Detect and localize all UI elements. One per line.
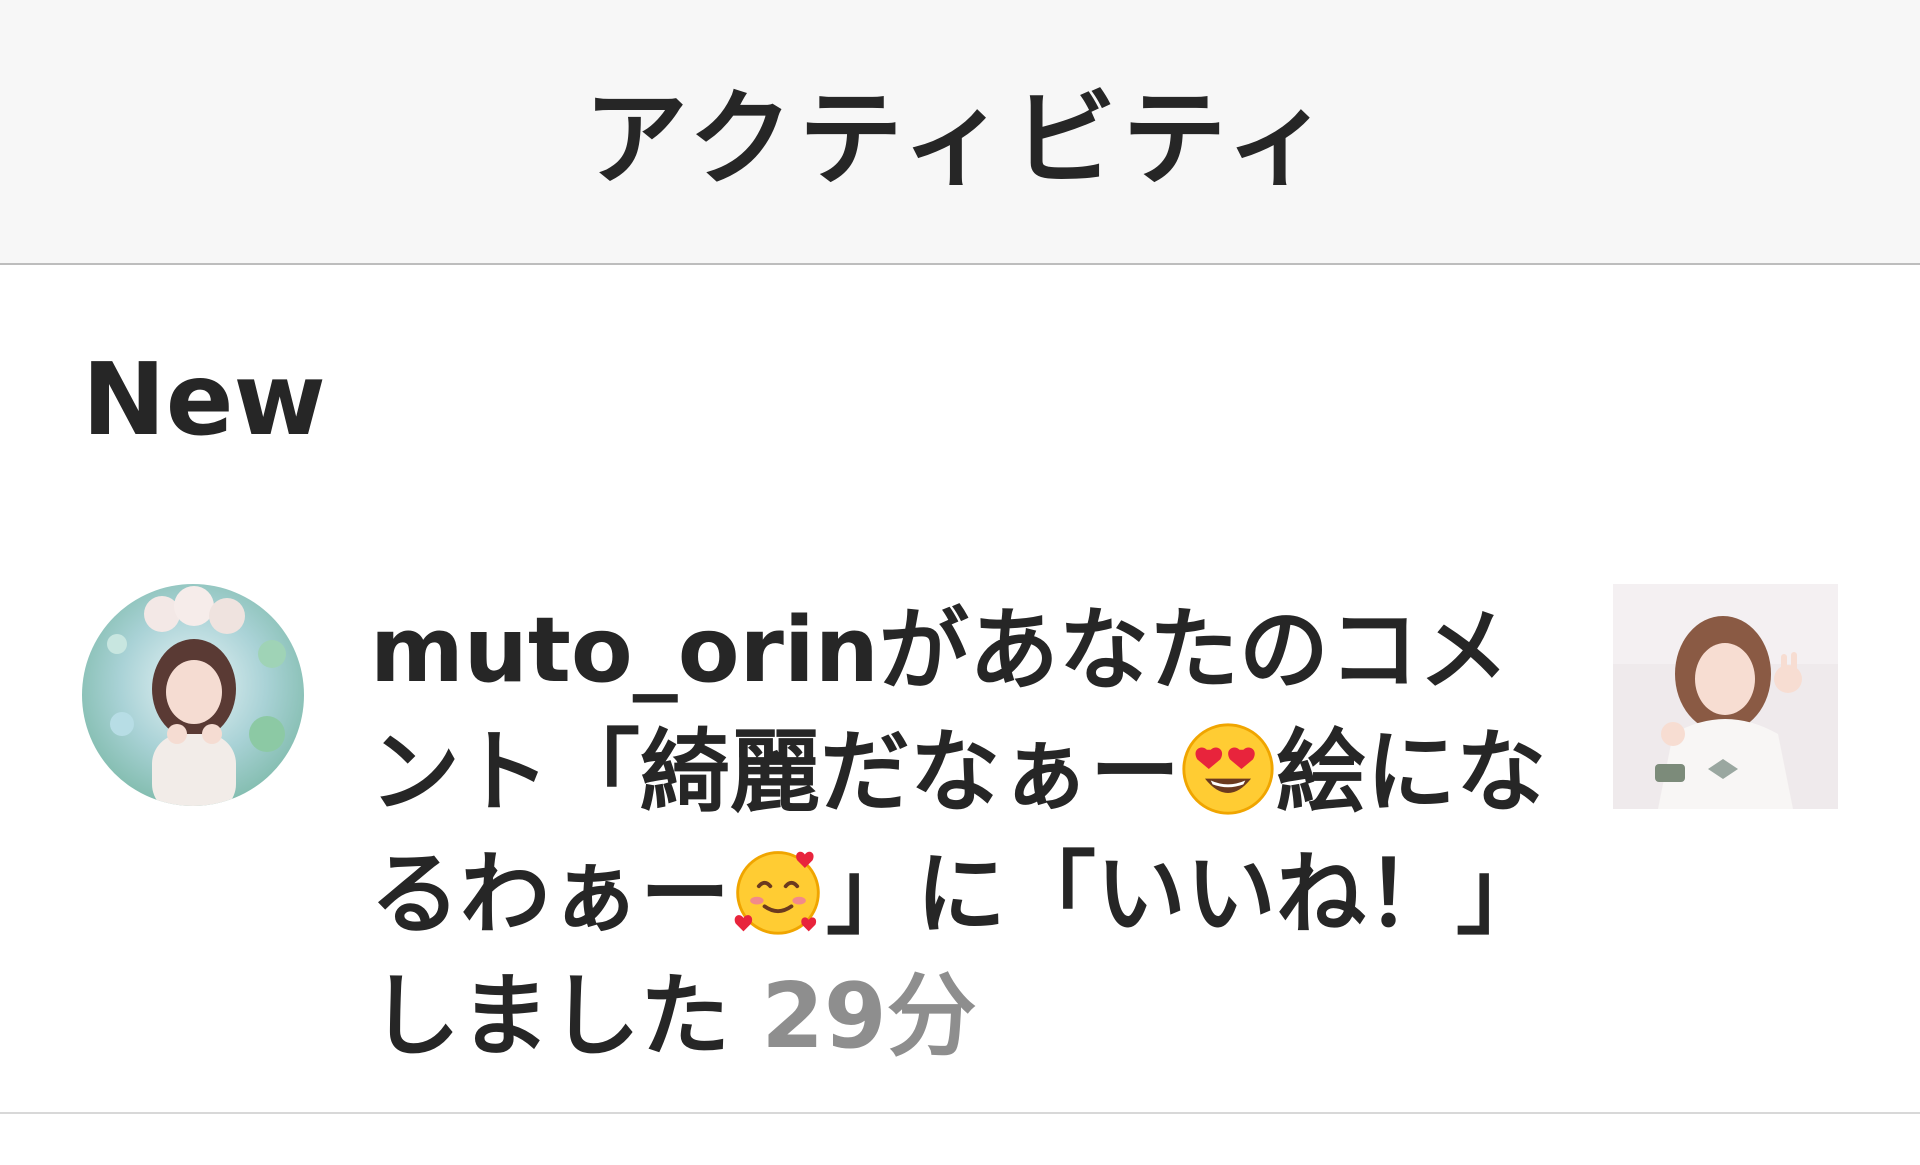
smiling-face-with-hearts-emoji-icon [734, 851, 820, 935]
post-thumbnail[interactable] [1613, 584, 1838, 809]
page-title: アクティビティ [583, 78, 1337, 200]
top-header: アクティビティ [0, 0, 1920, 265]
notification-text: muto_orinがあなたのコメント「綺麗だなぁー 絵になるわぁー 」に「いいね！」… [370, 590, 1550, 1078]
timestamp: 29分 [761, 964, 977, 1069]
username-link[interactable]: muto_orin [370, 598, 879, 703]
divider [0, 1112, 1920, 1114]
avatar[interactable] [82, 584, 304, 806]
notification-row[interactable]: muto_orinがあなたのコメント「綺麗だなぁー 絵になるわぁー 」に「いいね！」… [0, 560, 1920, 1110]
heart-eyes-emoji-icon [1182, 723, 1274, 815]
section-title-new: New [82, 341, 326, 458]
